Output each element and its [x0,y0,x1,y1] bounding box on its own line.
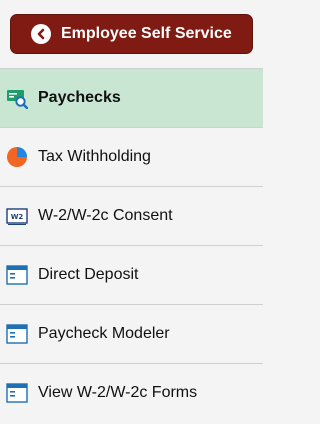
w2-form-icon: W2 [6,205,28,227]
nav-item-paycheck-modeler[interactable]: Paycheck Modeler [0,304,263,363]
nav-item-direct-deposit[interactable]: Direct Deposit [0,245,263,304]
pie-chart-icon [6,146,28,168]
nav-item-label: Paycheck Modeler [38,325,170,342]
window-icon [6,382,28,404]
header: Employee Self Service [0,0,263,68]
nav-item-w2-consent[interactable]: W2 W-2/W-2c Consent [0,186,263,245]
chevron-left-icon [31,24,51,44]
paycheck-icon [6,87,28,109]
nav-item-label: Paychecks [38,89,121,106]
nav-list: Paychecks Tax Withholding W2 W-2/W-2c Co… [0,68,263,422]
nav-item-label: Tax Withholding [38,148,151,165]
back-button-label: Employee Self Service [61,25,232,42]
nav-item-label: W-2/W-2c Consent [38,207,173,224]
window-icon [6,323,28,345]
window-icon [6,264,28,286]
nav-item-tax-withholding[interactable]: Tax Withholding [0,127,263,186]
svg-text:W2: W2 [11,213,24,221]
nav-item-view-w2-forms[interactable]: View W-2/W-2c Forms [0,363,263,422]
employee-self-service-back-button[interactable]: Employee Self Service [10,14,253,54]
nav-item-paychecks[interactable]: Paychecks [0,68,263,127]
nav-item-label: View W-2/W-2c Forms [38,384,198,401]
nav-item-label: Direct Deposit [38,266,139,283]
